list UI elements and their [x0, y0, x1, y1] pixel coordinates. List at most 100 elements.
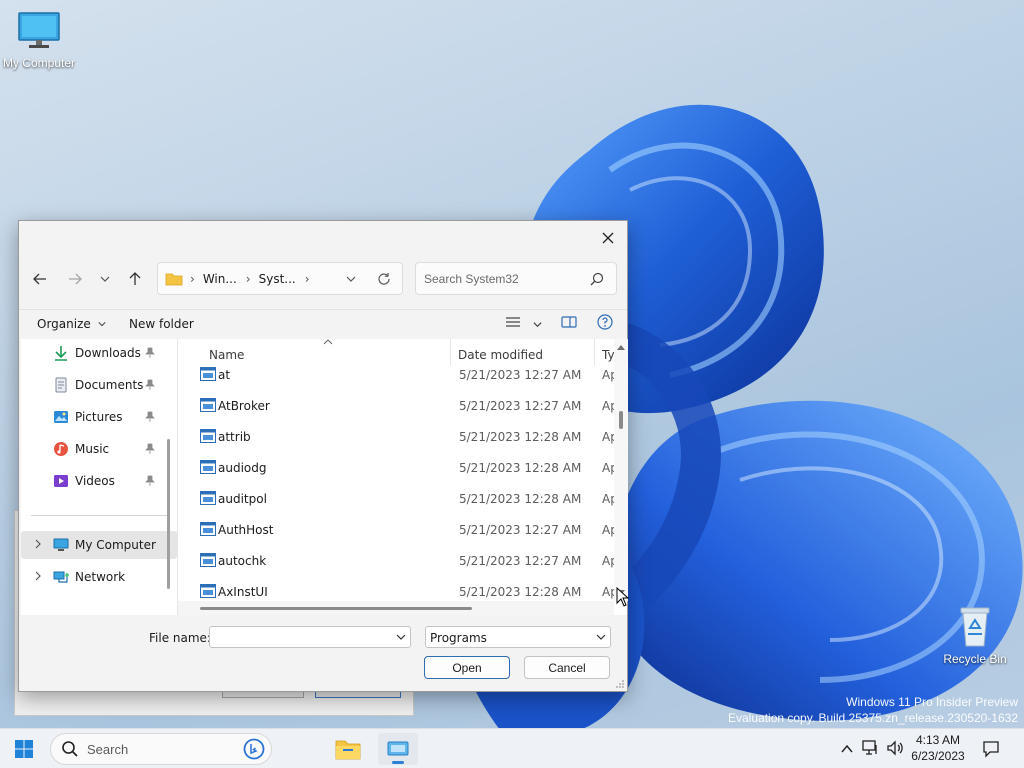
pin-icon[interactable] [145, 347, 155, 359]
up-button[interactable] [123, 267, 147, 291]
chevron-down-icon[interactable] [396, 632, 406, 642]
pin-icon[interactable] [145, 379, 155, 391]
file-date-modified: 5/21/2023 12:28 AM [459, 585, 582, 599]
clock-time: 4:13 AM [915, 733, 961, 747]
open-button[interactable]: Open [424, 656, 510, 679]
new-folder-label: New folder [129, 317, 194, 331]
chevron-down-icon[interactable] [346, 274, 356, 284]
file-date-modified: 5/21/2023 12:28 AM [459, 461, 582, 475]
organize-button[interactable]: Organize [37, 317, 106, 331]
volume-icon[interactable] [886, 740, 904, 756]
file-date-modified: 5/21/2023 12:27 AM [459, 554, 582, 568]
file-row[interactable]: autochk 5/21/2023 12:27 AM Ap [178, 545, 614, 576]
nav-item-my-computer[interactable]: My Computer [21, 531, 177, 559]
file-row[interactable]: auditpol 5/21/2023 12:28 AM Ap [178, 483, 614, 514]
refresh-icon[interactable] [377, 272, 391, 286]
file-explorer-icon [335, 740, 361, 760]
recycle-bin-icon [960, 607, 990, 647]
search-icon [590, 272, 604, 286]
nav-item-pictures[interactable]: Pictures [21, 403, 177, 431]
nav-divider [31, 515, 169, 516]
pin-icon[interactable] [145, 475, 155, 487]
file-row[interactable]: AuthHost 5/21/2023 12:27 AM Ap [178, 514, 614, 545]
taskbar-search[interactable]: Search [50, 733, 272, 765]
system-clock[interactable]: 4:13 AM 6/23/2023 [904, 732, 972, 764]
chevron-down-icon [596, 634, 606, 640]
application-icon [200, 522, 216, 536]
horizontal-scroll-thumb[interactable] [200, 607, 472, 610]
vertical-scroll-thumb[interactable] [619, 411, 623, 429]
help-button[interactable] [597, 314, 613, 333]
vertical-scrollbar[interactable] [614, 339, 628, 601]
preview-pane-icon [561, 316, 577, 328]
chevron-down-icon [533, 322, 542, 328]
desktop-icon-label: Recycle Bin [943, 652, 1007, 666]
breadcrumb-separator: › [304, 271, 310, 286]
file-type: Ap [602, 492, 614, 506]
nav-item-music[interactable]: Music [21, 435, 177, 463]
desktop-icon-my-computer[interactable]: My Computer [0, 12, 84, 70]
network-status-icon[interactable] [862, 740, 880, 756]
taskbar-file-explorer[interactable] [328, 733, 368, 765]
new-folder-button[interactable]: New folder [129, 317, 194, 331]
network-icon [53, 571, 69, 583]
nav-item-label: Network [75, 570, 126, 584]
pin-icon[interactable] [145, 443, 155, 455]
preview-pane-button[interactable] [561, 315, 577, 332]
download-icon [55, 346, 67, 361]
taskbar: Search 4:13 AM 6/23/2023 [0, 728, 1024, 768]
os-watermark: Windows 11 Pro Insider Preview Evaluatio… [728, 694, 1018, 726]
nav-item-downloads[interactable]: Downloads [21, 339, 177, 367]
address-bar[interactable]: › Win... › Syst... › [157, 262, 403, 295]
back-button[interactable] [28, 267, 52, 291]
file-row[interactable]: AtBroker 5/21/2023 12:27 AM Ap [178, 390, 614, 421]
file-name-input[interactable] [214, 629, 390, 645]
taskbar-active-app[interactable] [378, 733, 418, 765]
chevron-down-icon [98, 322, 106, 327]
view-options-button[interactable] [505, 315, 542, 332]
nav-item-documents[interactable]: Documents [21, 371, 177, 399]
horizontal-scrollbar[interactable] [178, 601, 614, 615]
search-input[interactable] [424, 270, 584, 288]
watermark-line-1: Windows 11 Pro Insider Preview [846, 695, 1018, 709]
breadcrumb-separator: › [245, 271, 251, 286]
app-window-icon [387, 741, 409, 756]
document-icon [55, 377, 67, 393]
file-name: auditpol [218, 492, 267, 506]
chevron-right-icon[interactable] [33, 539, 43, 549]
nav-item-network[interactable]: Network [21, 563, 177, 591]
chevron-right-icon[interactable] [33, 571, 43, 581]
nav-pane-scrollbar[interactable] [167, 439, 170, 589]
file-type-select[interactable]: Programs [425, 626, 611, 648]
breadcrumb-separator: › [190, 271, 195, 286]
forward-button[interactable] [63, 267, 87, 291]
close-icon [602, 232, 614, 244]
breadcrumb-segment[interactable]: Syst... [259, 272, 296, 286]
desktop-icon-recycle-bin[interactable]: Recycle Bin [930, 604, 1020, 666]
arrow-up-icon [129, 272, 141, 285]
close-button[interactable] [593, 225, 623, 251]
resize-grip-icon[interactable] [615, 679, 625, 689]
start-button[interactable] [4, 733, 44, 765]
file-name-combobox[interactable] [209, 626, 411, 648]
chevron-down-icon [100, 276, 110, 282]
open-file-dialog: › Win... › Syst... › Organize [18, 220, 628, 692]
file-row[interactable]: audiodg 5/21/2023 12:28 AM Ap [178, 452, 614, 483]
breadcrumb-segment[interactable]: Win... [203, 272, 237, 286]
application-icon [200, 460, 216, 474]
pin-icon[interactable] [145, 411, 155, 423]
bing-icon[interactable] [243, 738, 265, 760]
scroll-up-icon[interactable] [616, 343, 626, 351]
file-type: Ap [602, 430, 614, 444]
nav-item-videos[interactable]: Videos [21, 467, 177, 495]
chevron-up-icon[interactable] [840, 742, 854, 756]
navigation-pane: Downloads Documents Pictures Music Video… [21, 339, 177, 615]
file-row[interactable]: at 5/21/2023 12:27 AM Ap [178, 359, 614, 390]
recent-locations-button[interactable] [93, 267, 117, 291]
search-box[interactable] [415, 262, 617, 295]
file-type: Ap [602, 585, 614, 599]
file-row[interactable]: attrib 5/21/2023 12:28 AM Ap [178, 421, 614, 452]
cancel-button[interactable]: Cancel [524, 656, 610, 679]
notifications-icon[interactable] [982, 740, 1000, 758]
application-icon [200, 584, 216, 598]
